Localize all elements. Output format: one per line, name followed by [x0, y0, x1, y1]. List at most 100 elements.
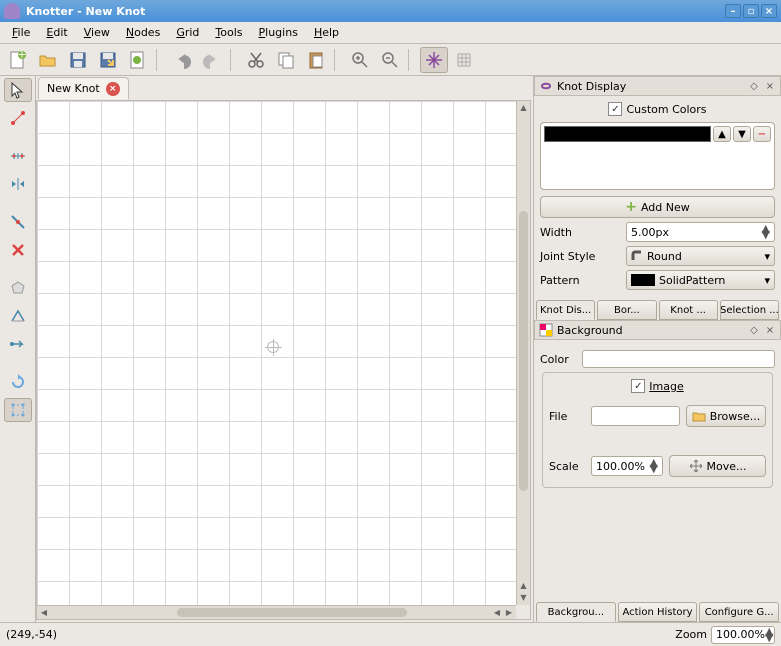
- menu-grid[interactable]: Grid: [168, 24, 207, 41]
- scale-value: 100.00%: [596, 460, 645, 473]
- panel-tabs-2: Backgrou... Action History Configure G..…: [534, 602, 781, 622]
- redo-button[interactable]: [198, 47, 226, 73]
- move-label: Move...: [707, 460, 747, 473]
- new-button[interactable]: +: [4, 47, 32, 73]
- tab-configure-grid[interactable]: Configure G...: [699, 602, 779, 622]
- save-button[interactable]: [64, 47, 92, 73]
- export-button[interactable]: [124, 47, 152, 73]
- paste-button[interactable]: [302, 47, 330, 73]
- canvas-viewport[interactable]: ▲ ▲ ▼ ◀ ◀ ▶: [36, 100, 531, 620]
- grid-toggle[interactable]: [450, 47, 478, 73]
- menu-tools[interactable]: Tools: [207, 24, 250, 41]
- horizontal-scrollbar[interactable]: ◀ ◀ ▶: [37, 605, 516, 619]
- panel-close-icon[interactable]: ×: [764, 80, 776, 92]
- color-list[interactable]: ▲ ▼ −: [540, 122, 775, 190]
- edge-tool[interactable]: [4, 106, 32, 130]
- move-down-button[interactable]: ▼: [733, 126, 751, 142]
- width-spinbox[interactable]: 5.00px ▲▼: [626, 222, 775, 242]
- minimize-button[interactable]: –: [725, 4, 741, 18]
- background-title: Background: [557, 324, 744, 337]
- pattern-combo[interactable]: SolidPattern ▾: [626, 270, 775, 290]
- select-tool[interactable]: [4, 78, 32, 102]
- main-toolbar: +: [0, 44, 781, 76]
- zoom-in-button[interactable]: [346, 47, 374, 73]
- zoom-value: 100.00%: [716, 628, 765, 641]
- scale-spinbox[interactable]: 100.00% ▲▼: [591, 456, 663, 476]
- cut-button[interactable]: [242, 47, 270, 73]
- image-checkbox[interactable]: ✓: [631, 379, 645, 393]
- joint-value: Round: [647, 250, 682, 263]
- close-button[interactable]: ×: [761, 4, 777, 18]
- snap-toggle[interactable]: [420, 47, 448, 73]
- document-tabs: New Knot ×: [36, 76, 533, 100]
- menu-edit[interactable]: Edit: [38, 24, 75, 41]
- joint-combo[interactable]: Round ▾: [626, 246, 775, 266]
- panel-float-icon[interactable]: ◇: [748, 80, 760, 92]
- color-swatch-0[interactable]: [544, 126, 711, 142]
- app-icon: [4, 3, 20, 19]
- copy-button[interactable]: [272, 47, 300, 73]
- open-button[interactable]: [34, 47, 62, 73]
- hmirror-tool[interactable]: [4, 172, 32, 196]
- add-new-button[interactable]: + Add New: [540, 196, 775, 218]
- pattern-value: SolidPattern: [659, 274, 725, 287]
- move-icon: [689, 459, 703, 473]
- file-field[interactable]: [591, 406, 680, 426]
- direction-tool[interactable]: [4, 332, 32, 356]
- status-coords: (249,-54): [6, 628, 675, 641]
- folder-icon: [692, 409, 706, 423]
- move-up-button[interactable]: ▲: [713, 126, 731, 142]
- width-label: Width: [540, 226, 620, 239]
- vmirror-tool[interactable]: [4, 304, 32, 328]
- move-button[interactable]: Move...: [669, 455, 766, 477]
- polygon-tool[interactable]: [4, 276, 32, 300]
- titlebar[interactable]: Knotter - New Knot – ▫ ×: [0, 0, 781, 22]
- move-tool[interactable]: [4, 398, 32, 422]
- tab-borders[interactable]: Bor...: [597, 300, 656, 320]
- panel-float-icon[interactable]: ◇: [748, 324, 760, 336]
- background-header[interactable]: Background ◇ ×: [534, 320, 781, 340]
- custom-colors-checkbox[interactable]: ✓: [608, 102, 622, 116]
- remove-color-button[interactable]: −: [753, 126, 771, 142]
- tab-background[interactable]: Backgrou...: [536, 602, 616, 622]
- menu-help[interactable]: Help: [306, 24, 347, 41]
- panel-close-icon[interactable]: ×: [764, 324, 776, 336]
- scroll-right2-icon[interactable]: ▶: [504, 608, 514, 617]
- tab-knot[interactable]: Knot ...: [659, 300, 718, 320]
- zoom-spinbox[interactable]: 100.00% ▲▼: [711, 626, 775, 644]
- maximize-button[interactable]: ▫: [743, 4, 759, 18]
- scale-label: Scale: [549, 460, 585, 473]
- menu-file[interactable]: File: [4, 24, 38, 41]
- tab-selection[interactable]: Selection ...: [720, 300, 779, 320]
- delete-tool[interactable]: [4, 238, 32, 262]
- tab-action-history[interactable]: Action History: [618, 602, 698, 622]
- browse-button[interactable]: Browse...: [686, 405, 766, 427]
- save-as-button[interactable]: [94, 47, 122, 73]
- hscroll-thumb[interactable]: [177, 608, 407, 617]
- vscroll-thumb[interactable]: [519, 211, 528, 491]
- scroll-down2-icon[interactable]: ▼: [519, 593, 528, 603]
- tab-new-knot[interactable]: New Knot ×: [38, 77, 129, 99]
- knot-display-header[interactable]: Knot Display ◇ ×: [534, 76, 781, 96]
- tab-close-icon[interactable]: ×: [106, 82, 120, 96]
- zoom-out-button[interactable]: [376, 47, 404, 73]
- menu-view[interactable]: View: [76, 24, 118, 41]
- svg-text:+: +: [17, 50, 26, 61]
- scroll-down-icon[interactable]: ▲: [519, 581, 528, 591]
- rotate-tool[interactable]: [4, 370, 32, 394]
- undo-button[interactable]: [168, 47, 196, 73]
- vertical-scrollbar[interactable]: ▲ ▲ ▼: [516, 101, 530, 605]
- grid-align-tool[interactable]: [4, 144, 32, 168]
- menu-nodes[interactable]: Nodes: [118, 24, 168, 41]
- bg-color-field[interactable]: [582, 350, 775, 368]
- scroll-right-icon[interactable]: ◀: [492, 608, 502, 617]
- scroll-left-icon[interactable]: ◀: [39, 608, 49, 617]
- tab-knot-display[interactable]: Knot Dis...: [536, 300, 595, 320]
- menu-plugins[interactable]: Plugins: [251, 24, 306, 41]
- scroll-up-icon[interactable]: ▲: [519, 103, 528, 113]
- pattern-label: Pattern: [540, 274, 620, 287]
- menubar: File Edit View Nodes Grid Tools Plugins …: [0, 22, 781, 44]
- break-tool[interactable]: [4, 210, 32, 234]
- canvas[interactable]: [37, 101, 516, 605]
- right-panel: Knot Display ◇ × ✓ Custom Colors ▲ ▼ −: [533, 76, 781, 622]
